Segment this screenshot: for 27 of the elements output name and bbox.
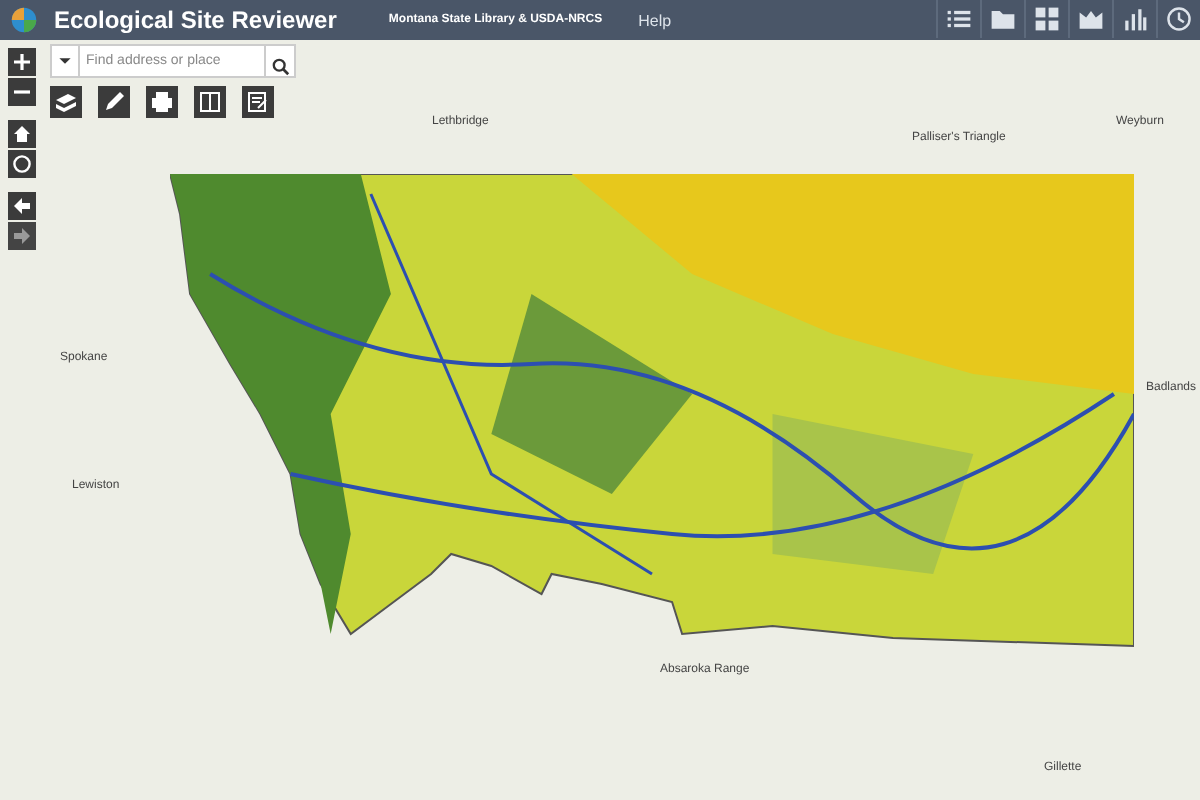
home-button[interactable] [8,120,36,148]
right-arrow-icon [12,226,32,246]
forward-button[interactable] [8,222,36,250]
swipe-button[interactable] [194,86,226,118]
pencil-icon [102,90,126,114]
locate-button[interactable] [8,150,36,178]
basemap-button[interactable] [50,86,82,118]
layers-icon [54,90,78,114]
caret-icon [58,56,72,66]
search-button[interactable] [264,44,296,78]
app-title: Ecological Site Reviewer [54,6,337,34]
print-button[interactable] [146,86,178,118]
plus-icon [12,52,32,72]
help-link[interactable]: Help [638,11,672,29]
draw-button[interactable] [98,86,130,118]
home-icon [12,124,32,144]
zoom-in-button[interactable] [8,48,36,76]
back-button[interactable] [8,192,36,220]
search-icon [272,58,290,76]
zoom-out-button[interactable] [8,78,36,106]
left-arrow-icon [12,196,32,216]
edit-button[interactable] [242,86,274,118]
logo-icon [10,6,38,34]
circle-icon [12,154,32,174]
split-frame-icon [198,90,222,114]
source-dropdown[interactable] [50,44,80,78]
note-icon [246,90,270,114]
